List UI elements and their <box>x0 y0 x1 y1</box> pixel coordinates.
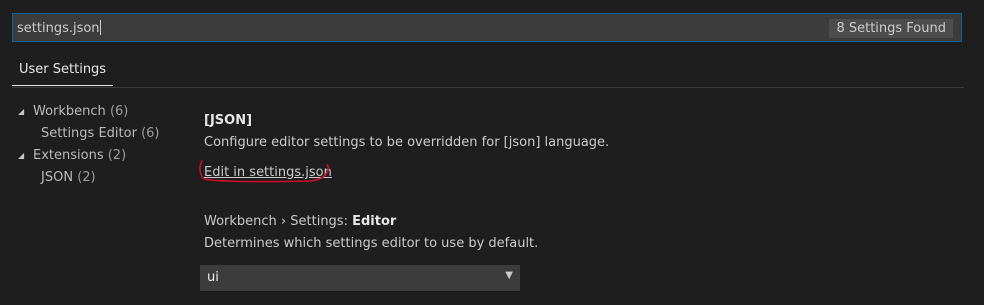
setting-description: Configure editor settings to be overridd… <box>204 135 610 150</box>
select-value: ui <box>207 270 219 285</box>
toc-item-count: (6) <box>141 126 160 141</box>
setting-json-language: [JSON] Configure editor settings to be o… <box>199 112 944 183</box>
twistie-expanded-icon: ◢ <box>18 151 25 160</box>
text-caret <box>99 20 101 35</box>
toc-item-extensions[interactable]: ◢ Extensions (2) <box>18 145 160 167</box>
search-query: settings.json <box>17 21 100 36</box>
editor-mode-select[interactable]: ui ▼ <box>200 265 520 291</box>
toc-item-label: Extensions <box>33 148 104 163</box>
edit-link-label: Edit in settings.json <box>204 165 332 180</box>
toc-item-label: JSON <box>41 170 74 185</box>
toc-item-json[interactable]: JSON (2) <box>18 167 160 189</box>
setting-workbench-settings-editor: Workbench › Settings: Editor Determines … <box>200 213 944 291</box>
toc-item-count: (6) <box>109 104 129 119</box>
toc-item-workbench[interactable]: ◢ Workbench (6) <box>18 101 160 123</box>
chevron-down-icon: ▼ <box>505 270 513 281</box>
toc-item-label: Settings Editor <box>41 126 137 141</box>
results-count-badge: 8 Settings Found <box>829 19 953 38</box>
setting-name: Editor <box>352 214 397 229</box>
toc-item-label: Workbench <box>33 104 106 119</box>
search-input[interactable]: settings.json 8 Settings Found <box>12 13 962 42</box>
setting-title: Workbench › Settings: Editor <box>204 213 944 231</box>
tab-user-settings[interactable]: User Settings <box>12 56 114 86</box>
settings-list: [JSON] Configure editor settings to be o… <box>199 112 944 291</box>
toc-item-settings-editor[interactable]: Settings Editor (6) <box>18 123 160 145</box>
settings-toc: ◢ Workbench (6) Settings Editor (6) ◢ Ex… <box>18 101 160 189</box>
settings-editor: settings.json 8 Settings Found User Sett… <box>0 0 984 305</box>
edit-in-settings-json-link[interactable]: Edit in settings.json <box>199 160 332 183</box>
settings-tabs: User Settings <box>12 56 964 88</box>
toc-item-count: (2) <box>107 148 127 163</box>
toc-item-count: (2) <box>77 170 96 185</box>
setting-title: [JSON] <box>204 113 253 128</box>
twistie-expanded-icon: ◢ <box>18 107 25 116</box>
setting-description: Determines which settings editor to use … <box>204 236 539 251</box>
setting-category: Workbench › Settings: <box>204 214 353 229</box>
